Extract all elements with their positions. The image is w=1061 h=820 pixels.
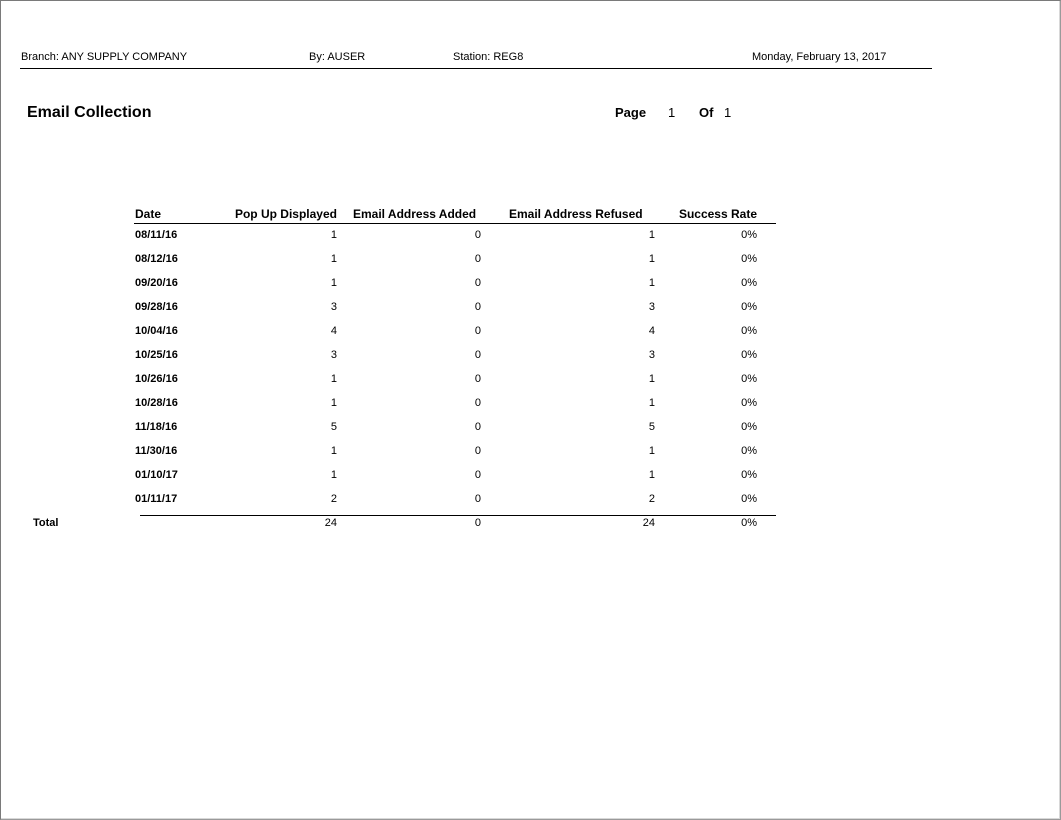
row-pop-up-displayed: 2 [330, 493, 337, 505]
table-row: 01/10/17 1 0 1 0% [0, 464, 1061, 488]
table-row: 08/11/16 1 0 1 0% [0, 224, 1061, 248]
row-email-added: 0 [474, 421, 481, 433]
table-row: 11/18/16 5 0 5 0% [0, 416, 1061, 440]
total-label: Total [33, 517, 59, 529]
row-pop-up-displayed: 5 [330, 421, 337, 433]
row-success-rate: 0% [741, 421, 757, 433]
total-email-added: 0 [474, 517, 481, 529]
row-date: 10/26/16 [135, 373, 178, 385]
page-total: 1 [724, 105, 732, 120]
row-date: 11/30/16 [135, 445, 178, 457]
total-row: Total 24 0 24 0% [0, 516, 1061, 532]
row-pop-up-displayed: 1 [330, 253, 337, 265]
row-email-added: 0 [474, 469, 481, 481]
row-email-refused: 1 [648, 445, 655, 457]
column-header-pop-up-displayed: Pop Up Displayed [234, 207, 337, 221]
row-success-rate: 0% [741, 277, 757, 289]
table-row: 10/26/16 1 0 1 0% [0, 368, 1061, 392]
table-row: 10/04/16 4 0 4 0% [0, 320, 1061, 344]
row-success-rate: 0% [741, 445, 757, 457]
row-date: 11/18/16 [135, 421, 178, 433]
row-success-rate: 0% [741, 253, 757, 265]
column-header-email-refused: Email Address Refused [509, 207, 643, 221]
table-body: 08/11/16 1 0 1 0% 08/12/16 1 0 1 0% 09/2… [0, 224, 1061, 512]
row-email-refused: 1 [648, 397, 655, 409]
row-pop-up-displayed: 1 [330, 469, 337, 481]
total-email-refused: 24 [642, 517, 655, 529]
row-email-added: 0 [474, 349, 481, 361]
row-email-added: 0 [474, 229, 481, 241]
row-pop-up-displayed: 3 [330, 301, 337, 313]
row-pop-up-displayed: 1 [330, 445, 337, 457]
row-email-refused: 3 [648, 301, 655, 313]
total-success-rate: 0% [741, 517, 757, 529]
row-email-added: 0 [474, 325, 481, 337]
row-email-refused: 1 [648, 373, 655, 385]
header-divider [20, 68, 932, 69]
report-title: Email Collection [27, 104, 152, 121]
report-date: Monday, February 13, 2017 [752, 51, 887, 63]
table-row: 08/12/16 1 0 1 0% [0, 248, 1061, 272]
row-email-refused: 1 [648, 253, 655, 265]
of-label: Of [699, 105, 714, 120]
table-row: 09/20/16 1 0 1 0% [0, 272, 1061, 296]
row-pop-up-displayed: 3 [330, 349, 337, 361]
column-header-email-added: Email Address Added [353, 207, 477, 221]
station-label: Station: REG8 [453, 51, 524, 63]
row-date: 08/12/16 [135, 253, 178, 265]
row-date: 10/28/16 [135, 397, 178, 409]
table-row: 10/25/16 3 0 3 0% [0, 344, 1061, 368]
row-date: 01/11/17 [135, 493, 178, 505]
branch-label: Branch: ANY SUPPLY COMPANY [21, 51, 188, 63]
row-email-added: 0 [474, 373, 481, 385]
table-row: 10/28/16 1 0 1 0% [0, 392, 1061, 416]
page-label: Page [615, 105, 647, 120]
row-pop-up-displayed: 1 [330, 373, 337, 385]
table-row: 11/30/16 1 0 1 0% [0, 440, 1061, 464]
row-pop-up-displayed: 4 [330, 325, 337, 337]
row-email-added: 0 [474, 445, 481, 457]
row-success-rate: 0% [741, 349, 757, 361]
column-header-date: Date [135, 207, 162, 221]
column-header-success-rate: Success Rate [678, 207, 757, 221]
page-number: 1 [668, 105, 676, 120]
user-label: By: AUSER [309, 51, 366, 63]
table-row: 01/11/17 2 0 2 0% [0, 488, 1061, 512]
row-date: 09/28/16 [135, 301, 178, 313]
total-pop-up-displayed: 24 [324, 517, 337, 529]
row-date: 10/25/16 [135, 349, 178, 361]
row-email-refused: 1 [648, 469, 655, 481]
row-email-refused: 2 [648, 493, 655, 505]
row-email-added: 0 [474, 493, 481, 505]
row-success-rate: 0% [741, 397, 757, 409]
row-pop-up-displayed: 1 [330, 229, 337, 241]
row-success-rate: 0% [741, 301, 757, 313]
table-row: 09/28/16 3 0 3 0% [0, 296, 1061, 320]
row-success-rate: 0% [741, 493, 757, 505]
row-date: 09/20/16 [135, 277, 178, 289]
row-email-refused: 4 [648, 325, 655, 337]
row-email-refused: 3 [648, 349, 655, 361]
row-email-added: 0 [474, 253, 481, 265]
row-success-rate: 0% [741, 373, 757, 385]
row-email-added: 0 [474, 397, 481, 409]
row-success-rate: 0% [741, 325, 757, 337]
row-email-refused: 1 [648, 277, 655, 289]
row-email-added: 0 [474, 277, 481, 289]
row-date: 10/04/16 [135, 325, 178, 337]
row-success-rate: 0% [741, 229, 757, 241]
row-email-added: 0 [474, 301, 481, 313]
row-date: 01/10/17 [135, 469, 178, 481]
row-email-refused: 5 [648, 421, 655, 433]
row-success-rate: 0% [741, 469, 757, 481]
row-pop-up-displayed: 1 [330, 397, 337, 409]
row-email-refused: 1 [648, 229, 655, 241]
row-pop-up-displayed: 1 [330, 277, 337, 289]
row-date: 08/11/16 [135, 229, 178, 241]
